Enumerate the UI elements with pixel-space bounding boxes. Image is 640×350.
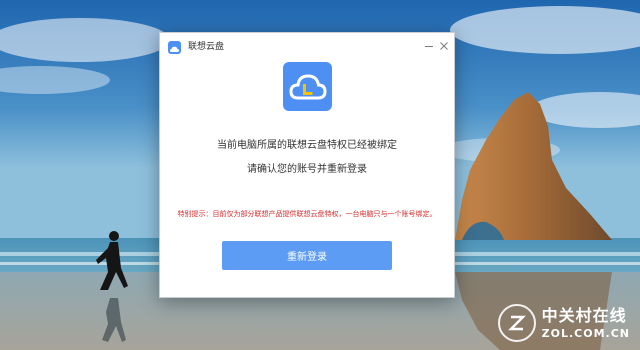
zol-watermark: 中关村在线 ZOL.COM.CN <box>497 304 630 342</box>
cloud-disk-dialog: 联想云盘 当前电脑所属的联想云盘特权已经被绑定 请确认您的账号并重新登录 特别提… <box>159 32 455 298</box>
close-icon <box>440 42 448 50</box>
minimize-button[interactable] <box>422 39 436 53</box>
cloud-app-icon <box>168 41 181 54</box>
dialog-titlebar[interactable]: 联想云盘 <box>160 33 454 61</box>
notice-text: 特别提示：目前仅为部分联想产品提供联想云盘特权，一台电脑只与一个账号绑定。 <box>177 210 437 218</box>
close-button[interactable] <box>437 39 451 53</box>
dialog-title: 联想云盘 <box>188 42 225 52</box>
minimize-icon <box>425 46 433 47</box>
cloud-logo-icon <box>283 62 332 111</box>
message-line-2: 请确认您的账号并重新登录 <box>247 164 367 175</box>
watermark-text: 中关村在线 ZOL.COM.CN <box>541 305 630 340</box>
relogin-button[interactable]: 重新登录 <box>222 241 392 270</box>
zol-logo-icon <box>497 304 536 342</box>
message-line-1: 当前电脑所属的联想云盘特权已经被绑定 <box>217 140 397 151</box>
runner-silhouette <box>96 231 128 342</box>
watermark-text-en: ZOL.COM.CN <box>541 326 630 340</box>
watermark-text-cn: 中关村在线 <box>541 305 627 325</box>
